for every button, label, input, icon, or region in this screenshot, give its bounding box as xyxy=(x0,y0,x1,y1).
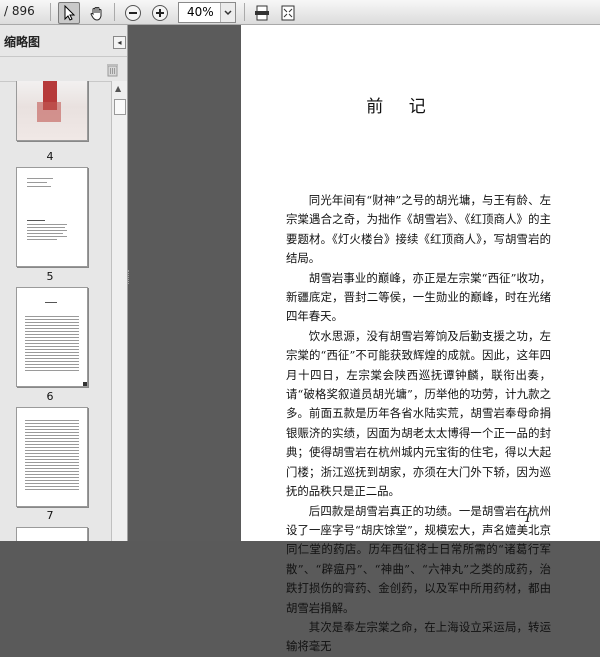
separator xyxy=(114,3,115,21)
fit-width-icon xyxy=(255,5,269,21)
thumbnail-list: 4 5 6 7 xyxy=(0,81,111,541)
select-tool-button[interactable] xyxy=(58,2,80,24)
document-page: 前 记 同光年间有“财神”之号的胡光墉，与王有龄、左宗棠遇合之奇，为拙作《胡雪岩… xyxy=(241,25,600,653)
paragraph: 同光年间有“财神”之号的胡光墉，与王有龄、左宗棠遇合之奇，为拙作《胡雪岩》、《红… xyxy=(286,193,551,266)
page-body: 同光年间有“财神”之号的胡光墉，与王有龄、左宗棠遇合之奇，为拙作《胡雪岩》、《红… xyxy=(286,191,551,657)
zoom-in-button[interactable] xyxy=(149,2,171,24)
thumbnails-header: 缩略图 ◂ xyxy=(0,30,127,50)
fit-width-button[interactable] xyxy=(251,2,273,24)
minus-circle-icon xyxy=(125,5,141,21)
scroll-up-icon[interactable]: ▲ xyxy=(115,84,121,93)
zoom-value: 40% xyxy=(187,5,214,19)
separator xyxy=(50,3,51,21)
page-total: / 896 xyxy=(4,4,35,18)
zoom-select[interactable]: 40% xyxy=(178,2,236,23)
fit-page-icon xyxy=(281,5,295,21)
thumbnails-title: 缩略图 xyxy=(4,35,41,49)
thumbnail-label: 6 xyxy=(46,390,54,403)
thumbnail-page-4[interactable] xyxy=(16,81,88,141)
fit-page-button[interactable] xyxy=(277,2,299,24)
document-background xyxy=(128,25,240,541)
delete-page-button[interactable] xyxy=(106,62,119,81)
thumbnails-toolbar xyxy=(0,56,127,82)
toolbar: / 896 40% xyxy=(0,0,600,25)
paragraph: 胡雪岩事业的巅峰，亦正是左宗棠“西征”收功，新疆底定，晋封二等侯，一生勋业的巅峰… xyxy=(286,270,551,324)
thumbnail-page-6[interactable] xyxy=(16,287,88,387)
chevron-down-icon xyxy=(224,10,232,16)
scrollbar-thumb[interactable] xyxy=(114,99,126,115)
thumbnail-page-5[interactable] xyxy=(16,167,88,267)
thumbnails-panel: 缩略图 ◂ 4 5 6 7 ▲ xyxy=(0,25,128,541)
thumbnail-label: 7 xyxy=(46,509,54,522)
cursor-icon xyxy=(64,5,76,21)
page-title: 前 记 xyxy=(366,97,436,117)
page-number: 1 xyxy=(524,511,532,525)
paragraph: 其次是奉左宗棠之命，在上海设立采运局，转运输将毫无 xyxy=(286,619,551,654)
thumbnail-label: 5 xyxy=(46,270,54,283)
plus-circle-icon xyxy=(152,5,168,21)
thumbnail-page-7[interactable] xyxy=(16,407,88,507)
zoom-out-button[interactable] xyxy=(122,2,144,24)
separator xyxy=(244,3,245,21)
collapse-panel-button[interactable]: ◂ xyxy=(113,36,126,49)
thumbnails-scrollbar[interactable]: ▲ xyxy=(111,81,127,541)
thumbnail-label: 4 xyxy=(46,150,54,163)
paragraph: 饮水思源，没有胡雪岩筹饷及后勤支援之功，左宗棠的“西征”不可能获致辉煌的成就。因… xyxy=(286,328,551,499)
hand-tool-button[interactable] xyxy=(86,2,108,24)
trash-icon xyxy=(107,64,118,77)
zoom-dropdown-button[interactable] xyxy=(220,3,235,22)
cover-art xyxy=(37,102,61,122)
hand-icon xyxy=(90,7,102,21)
paragraph: 后四款是胡雪岩真正的功绩。一是胡雪岩在杭州设了一座字号“胡庆馀堂”，规模宏大，声… xyxy=(286,503,551,615)
splitter-handle[interactable] xyxy=(128,270,133,284)
thumbnail-page-8[interactable] xyxy=(16,527,88,541)
